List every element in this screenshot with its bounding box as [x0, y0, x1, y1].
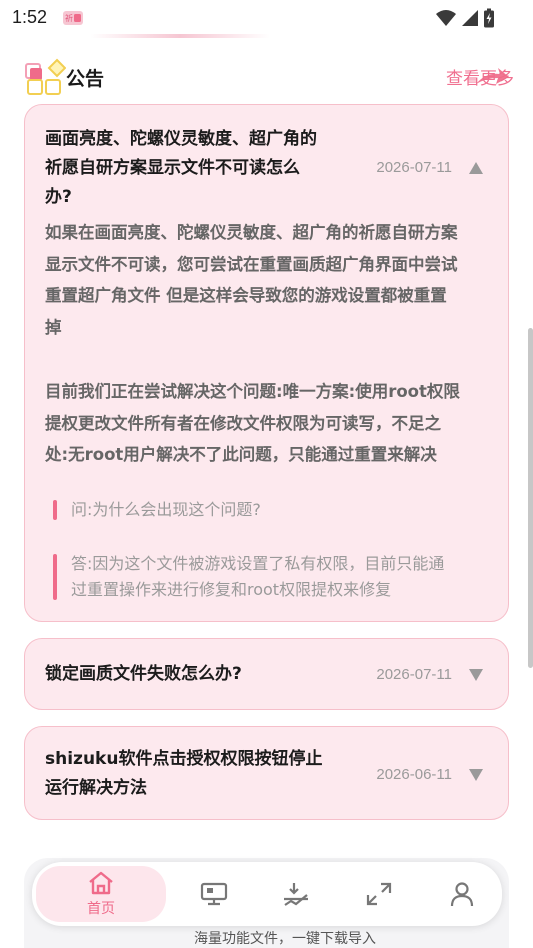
promo-text: 海量功能文件，一键下载导入: [194, 931, 376, 947]
svg-text:祈: 祈: [65, 13, 73, 23]
tab-download[interactable]: [254, 866, 338, 922]
tab-profile[interactable]: [420, 866, 504, 922]
signal-icon: [462, 10, 478, 26]
faq-question: shizuku软件点击授权权限按钮停止 运行解决方法: [45, 749, 323, 798]
faq-date: 2026-07-11: [376, 159, 452, 176]
tab-home-label: 首页: [87, 901, 115, 917]
faq-card-expanded[interactable]: 画面亮度、陀螺仪灵敏度、超广角的 祈愿自研方案显示文件不可读怎么 办? 2026…: [24, 104, 509, 622]
faq-card[interactable]: 锁定画质文件失败怎么办? 2026-07-11: [24, 638, 509, 710]
faq-answer-paragraph: 目前我们正在尝试解决这个问题:唯一方案:使用root权限 提权更改文件所有者在修…: [45, 382, 460, 464]
status-icons: [435, 8, 495, 28]
notice-header: 公告 查看更多: [24, 58, 514, 98]
collapse-triangle-icon[interactable]: [468, 161, 484, 175]
status-bar: 1:52 祈: [0, 0, 533, 36]
expand-icon: [366, 882, 392, 906]
arrow-right-icon[interactable]: [474, 66, 510, 88]
scrollbar[interactable]: [528, 328, 533, 668]
bottom-tab-bar: 首页: [32, 862, 502, 926]
faq-answer-paragraph: 如果在画面亮度、陀螺仪灵敏度、超广角的祈愿自研方案 显示文件不可读，您可尝试在重…: [45, 223, 458, 337]
faq-question: 锁定画质文件失败怎么办?: [45, 664, 242, 684]
user-icon: [450, 882, 474, 907]
tab-home[interactable]: 首页: [36, 866, 166, 922]
faq-question: 画面亮度、陀螺仪灵敏度、超广角的 祈愿自研方案显示文件不可读怎么 办?: [45, 129, 317, 207]
top-fade-divider: [90, 34, 270, 38]
expand-triangle-icon[interactable]: [468, 668, 484, 682]
faq-date: 2026-06-11: [376, 766, 452, 783]
download-chart-icon: [284, 883, 308, 906]
faq-card[interactable]: shizuku软件点击授权权限按钮停止 运行解决方法 2026-06-11: [24, 726, 509, 820]
expand-triangle-icon[interactable]: [468, 768, 484, 782]
monitor-icon: [200, 882, 228, 906]
faq-date: 2026-07-11: [376, 666, 452, 683]
tab-monitor[interactable]: [172, 866, 256, 922]
tab-expand[interactable]: [337, 866, 421, 922]
faq-quote-answer: 答:因为这个文件被游戏设置了私有权限，目前只能通 过重置操作来进行修复和root…: [53, 551, 493, 603]
battery-charging-icon: [484, 8, 494, 28]
notice-title: 公告: [66, 68, 105, 90]
status-time: 1:52: [12, 7, 48, 27]
app-notification-icon: 祈: [63, 11, 83, 25]
home-icon: [89, 871, 113, 895]
faq-quote-question: 问:为什么会出现这个问题?: [53, 497, 493, 523]
notice-logo-icon: [25, 58, 66, 95]
wifi-icon: [436, 10, 456, 26]
